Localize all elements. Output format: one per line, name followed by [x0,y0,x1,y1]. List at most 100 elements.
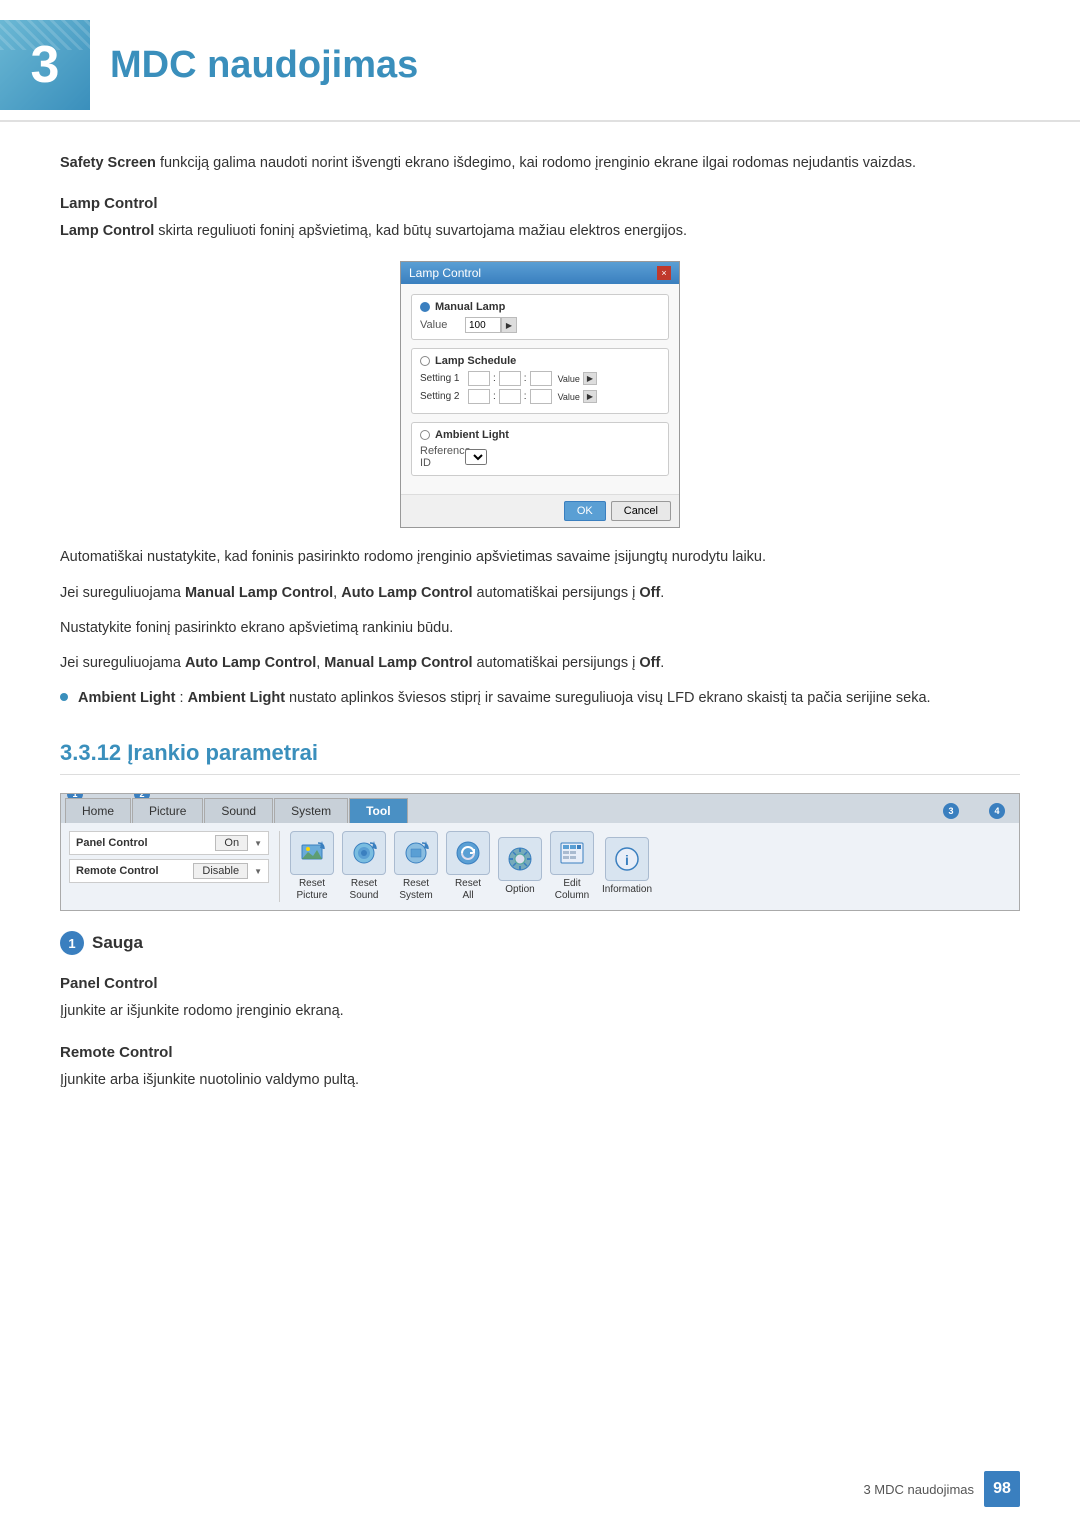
ambient-light-bullet-heading: Ambient Light [78,690,175,706]
tool-panel-tabs: 1 Home 2 Picture Sound System Tool 3 4 [61,794,1019,823]
remote-control-label: Remote Control [76,865,187,877]
ambient-light-radio-row: Ambient Light [420,429,660,441]
setting2-s[interactable] [530,389,552,404]
setting2-arrow[interactable]: ▶ [583,390,597,403]
reset-picture-label: ResetPicture [296,878,327,902]
value-input[interactable] [465,317,501,333]
chapter-number-box: 3 [0,20,90,110]
lamp-control-text: skirta reguliuoti foninį apšvietimą, kad… [158,223,687,239]
reset-system-label: ResetSystem [399,878,432,902]
reset-all-button[interactable] [446,831,490,875]
panel-control-description: Įjunkite ar išjunkite rodomo įrenginio e… [60,1000,1020,1023]
reset-all-group: ResetAll [446,831,490,902]
setting1-h[interactable] [468,371,490,386]
setting1-s[interactable] [530,371,552,386]
setting2-m[interactable] [499,389,521,404]
off-bold-2: Off [639,655,660,671]
setting1-value-label: Value [558,374,580,384]
auto-lamp-bold: Auto Lamp Control [341,585,472,601]
panel-control-row: Panel Control On ▼ [69,831,269,855]
dialog-close-button[interactable]: × [657,266,671,280]
remote-control-description: Įjunkite arba išjunkite nuotolinio valdy… [60,1069,1020,1092]
page-header: 3 MDC naudojimas [0,0,1080,122]
panel-control-arrow[interactable]: ▼ [254,839,262,848]
tab-sound[interactable]: Sound [204,798,273,823]
option-group: Option [498,837,542,896]
setting2-h[interactable] [468,389,490,404]
tab-tool[interactable]: Tool [349,798,407,823]
remote-control-row: Remote Control Disable ▼ [69,859,269,883]
dialog-footer: OK Cancel [401,494,679,527]
reset-sound-group: ResetSound [342,831,386,902]
manual-lamp-radio-row: Manual Lamp [420,301,660,313]
setting2-value-label: Value [558,392,580,402]
manual-lamp-label: Manual Lamp [435,301,505,313]
reference-id-select[interactable] [465,449,487,465]
section-3312-heading: 3.3.12 Įrankio parametrai [60,740,1020,775]
cancel-button[interactable]: Cancel [611,501,671,521]
setting2-label: Setting 2 [420,391,465,402]
option-button[interactable] [498,837,542,881]
chapter-number: 3 [31,35,60,95]
reset-system-button[interactable] [394,831,438,875]
lamp-schedule-label: Lamp Schedule [435,355,516,367]
dialog-body: Manual Lamp Value ▶ Lamp Schedule [401,284,679,494]
setting1-arrow[interactable]: ▶ [583,372,597,385]
manual-lamp-bold-2: Manual Lamp Control [324,655,472,671]
value-arrow[interactable]: ▶ [501,317,517,333]
auto-lamp-bold-2: Auto Lamp Control [185,655,316,671]
ambient-light-bullet-desc: : Ambient Light nustato aplinkos šviesos… [180,690,931,706]
manual-lamp-radio[interactable] [420,302,430,312]
tab-system[interactable]: System [274,798,348,823]
reset-picture-icon [298,839,326,867]
remote-control-arrow[interactable]: ▼ [254,867,262,876]
manual-lamp-bold: Manual Lamp Control [185,585,333,601]
edit-column-label: EditColumn [555,878,589,902]
option-icon [506,845,534,873]
lamp-control-heading: Lamp Control [60,195,1020,212]
body-para-3: Nustatykite foninį pasirinkto ekrano apš… [60,617,1020,640]
lamp-control-dialog: Lamp Control × Manual Lamp Value ▶ [400,261,680,528]
information-icon: i [613,845,641,873]
ok-button[interactable]: OK [564,501,606,521]
tab-number-3: 3 [943,803,959,819]
svg-text:i: i [625,852,629,868]
edit-column-button[interactable] [550,831,594,875]
lamp-schedule-radio[interactable] [420,356,430,366]
value-label: Value [420,319,465,331]
ambient-light-radio[interactable] [420,430,430,440]
body-para-1: Automatiškai nustatykite, kad foninis pa… [60,546,1020,569]
page-footer: 3 MDC naudojimas 98 [863,1471,1020,1507]
sauga-label: Sauga [92,933,143,953]
tab-home-wrapper: 1 Home [65,798,131,823]
reset-sound-button[interactable] [342,831,386,875]
manual-lamp-value-row: Value ▶ [420,317,660,333]
chapter-title: MDC naudojimas [110,44,418,87]
tab-picture[interactable]: Picture [132,798,203,823]
ambient-light-label: Ambient Light [435,429,509,441]
ambient-light-bullet: Ambient Light : Ambient Light nustato ap… [60,687,1020,710]
setting1-m[interactable] [499,371,521,386]
lamp-schedule-radio-row: Lamp Schedule [420,355,660,367]
manual-lamp-section: Manual Lamp Value ▶ [411,294,669,340]
reset-sound-icon [350,839,378,867]
safety-screen-intro: Safety Screen funkciją galima naudoti no… [60,152,1020,175]
panel-control-label: Panel Control [76,837,209,849]
information-button[interactable]: i [605,837,649,881]
reset-picture-button[interactable] [290,831,334,875]
setting2-row: Setting 2 : : Value ▶ [420,389,660,404]
reset-all-icon [454,839,482,867]
tool-buttons-area: ResetPicture ResetSound [290,831,1011,902]
edit-column-group: EditColumn [550,831,594,902]
safety-screen-text: funkciją galima naudoti norint išvengti … [160,155,916,171]
lamp-control-bold: Lamp Control [60,223,154,239]
lamp-schedule-section: Lamp Schedule Setting 1 : : Value ▶ Sett… [411,348,669,414]
tool-left-controls: Panel Control On ▼ Remote Control Disabl… [69,831,269,902]
ambient-light-section: Ambient Light Reference ID [411,422,669,476]
body-para-4: Jei sureguliuojama Auto Lamp Control, Ma… [60,652,1020,675]
sep3: : [493,391,496,402]
tool-divider [279,831,280,902]
tab-home[interactable]: Home [65,798,131,823]
page-number: 98 [984,1471,1020,1507]
tab-right-badges: 3 4 [409,803,1015,823]
